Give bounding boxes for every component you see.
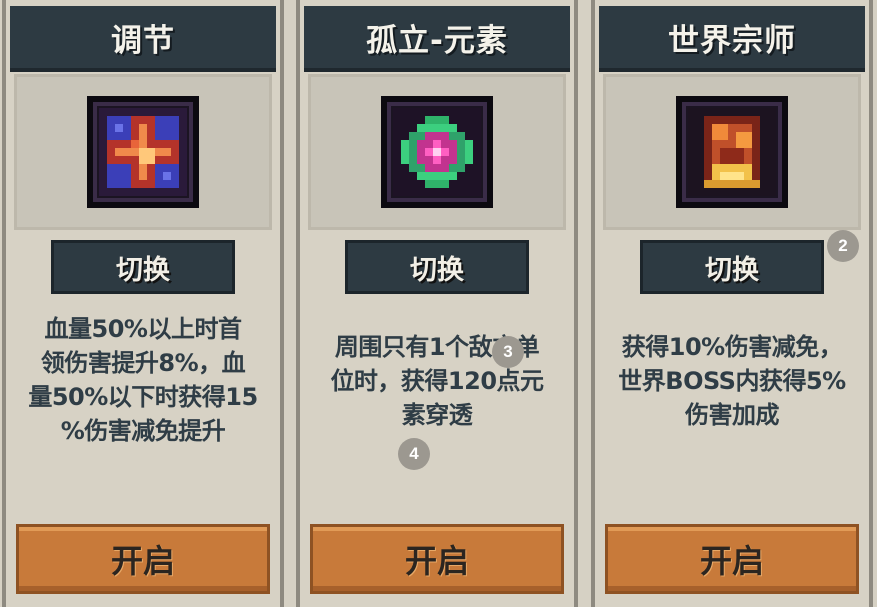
talent-card-2: 孤立-元素 切换 周围只有1个敌方单 位时，获得120点元 素穿透 开启	[296, 0, 578, 607]
description-line: 获得10%伤害减免，	[621, 333, 843, 361]
description-line: 素穿透	[401, 401, 473, 429]
icon-panel	[603, 74, 861, 230]
card-description: 周围只有1个敌方单 位时，获得120点元 素穿透	[306, 330, 568, 520]
description-line: 伤害加成	[685, 401, 780, 429]
description-line: 周围只有1个敌方单	[334, 333, 540, 361]
description-line: 领伤害提升8%，血	[40, 349, 246, 377]
open-button[interactable]: 开启	[310, 524, 564, 594]
number-badge: 2	[827, 230, 859, 262]
description-line: %伤害减免提升	[60, 417, 226, 445]
card-description: 获得10%伤害减免， 世界BOSS内获得5% 伤害加成	[601, 330, 863, 520]
cross-rune-icon	[87, 96, 199, 208]
open-button[interactable]: 开启	[16, 524, 270, 594]
fire-scroll-icon	[676, 96, 788, 208]
switch-button[interactable]: 切换	[640, 240, 824, 294]
talent-card-1: 调节 切换 血量50%以上时首 领伤害提升8%，血 量50%以下时获得15 %伤…	[2, 0, 284, 607]
switch-button[interactable]: 切换	[345, 240, 529, 294]
talent-card-3: 世界宗师 切换 获得10%伤害减免， 世界BOSS内获得5% 伤害加成 开启	[591, 0, 873, 607]
card-title: 孤立-元素	[304, 6, 570, 72]
number-badge: 3	[492, 336, 524, 368]
element-gem-icon	[381, 96, 493, 208]
card-title: 世界宗师	[599, 6, 865, 72]
open-button[interactable]: 开启	[605, 524, 859, 594]
icon-panel	[308, 74, 566, 230]
icon-panel	[14, 74, 272, 230]
description-line: 量50%以下时获得15	[28, 383, 258, 411]
number-badge: 4	[398, 438, 430, 470]
card-description: 血量50%以上时首 领伤害提升8%，血 量50%以下时获得15 %伤害减免提升	[12, 312, 274, 502]
description-line: 世界BOSS内获得5%	[618, 367, 846, 395]
switch-button[interactable]: 切换	[51, 240, 235, 294]
card-title: 调节	[10, 6, 276, 72]
description-line: 位时，获得120点元	[330, 367, 544, 395]
description-line: 血量50%以上时首	[44, 315, 242, 343]
